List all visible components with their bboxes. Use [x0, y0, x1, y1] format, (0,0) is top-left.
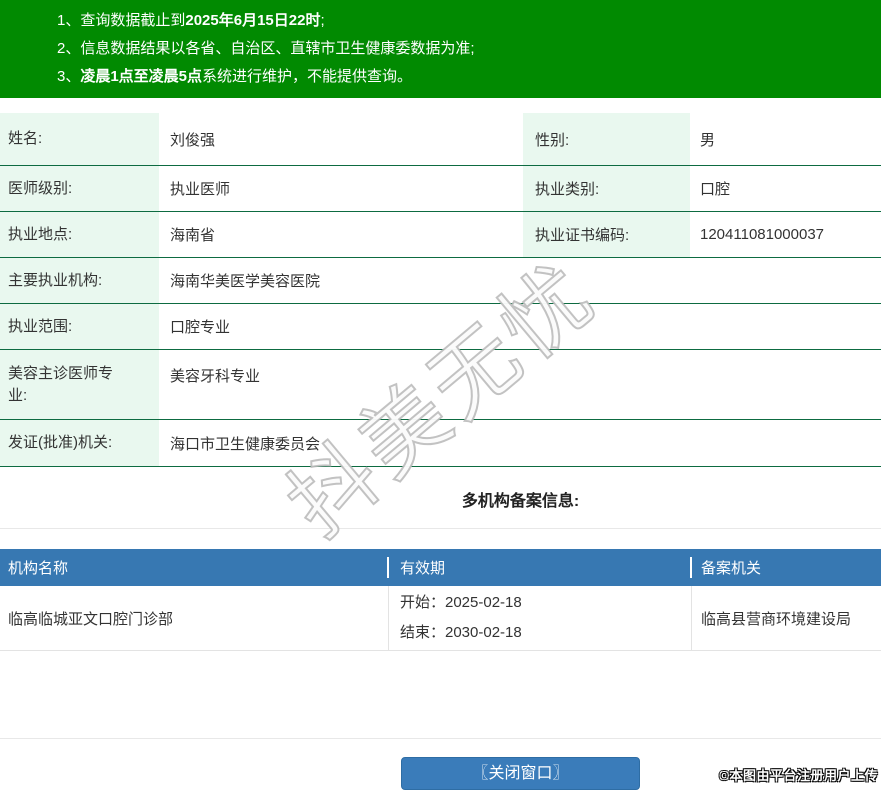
notice-line-3-number: 3、: [57, 68, 80, 85]
notice-line-2-text: 信息数据结果以各省、自治区、直辖市卫生健康委数据为准;: [80, 40, 474, 57]
notice-line-1-text: 查询数据截止到: [80, 12, 185, 29]
info-row-practice-scope: 执业范围: 口腔专业: [0, 304, 881, 350]
main-institution-value: 海南华美医学美容医院: [159, 270, 881, 291]
cosmetic-specialty-value: 美容牙科专业: [159, 350, 881, 386]
notice-banner: 1、查询数据截止到2025年6月15日22时; 2、信息数据结果以各省、自治区、…: [0, 0, 881, 98]
notice-line-1-suffix: ;: [320, 12, 324, 29]
filing-table-header: 机构名称 有效期 备案机关: [0, 549, 881, 586]
doctor-license-result-page: 1、查询数据截止到2025年6月15日22时; 2、信息数据结果以各省、自治区、…: [0, 0, 881, 790]
practice-scope-label: 执业范围:: [0, 304, 159, 349]
notice-line-3: 3、凌晨1点至凌晨5点系统进行维护，不能提供查询。: [57, 63, 881, 91]
filing-table: 机构名称 有效期 备案机关 临高临城亚文口腔门诊部 开始：2025-02-18 …: [0, 549, 881, 651]
filing-table-row: 临高临城亚文口腔门诊部 开始：2025-02-18 结束：2030-02-18 …: [0, 586, 881, 651]
close-window-button[interactable]: 〖关闭窗口〗: [401, 757, 640, 790]
certificate-number-label: 执业证书编码:: [523, 212, 690, 257]
practice-location-label: 执业地点:: [0, 212, 159, 257]
info-row-location-certificate: 执业地点: 海南省 执业证书编码: 120411081000037: [0, 212, 881, 258]
doctor-level-label: 医师级别:: [0, 166, 159, 211]
info-row-main-institution: 主要执业机构: 海南华美医学美容医院: [0, 258, 881, 304]
filing-validity-period: 开始：2025-02-18 结束：2030-02-18: [389, 586, 692, 650]
notice-line-1-number: 1、: [57, 12, 80, 29]
platform-upload-stamp: ©本图由平台注册用户上传: [719, 765, 878, 784]
name-label: 姓名:: [0, 113, 159, 165]
info-row-level-category: 医师级别: 执业医师 执业类别: 口腔: [0, 166, 881, 212]
info-row-issuing-authority: 发证(批准)机关: 海口市卫生健康委员会: [0, 420, 881, 467]
issuing-authority-label: 发证(批准)机关:: [0, 420, 159, 466]
notice-line-1-bold: 2025年6月15日22时: [185, 12, 320, 29]
section-divider: [0, 528, 881, 529]
filing-section-header: 多机构备案信息:: [160, 467, 881, 528]
practice-category-value: 口腔: [690, 178, 881, 199]
notice-line-1: 1、查询数据截止到2025年6月15日22时;: [57, 7, 881, 35]
cosmetic-specialty-label: 美容主诊医师专业:: [0, 350, 159, 419]
notice-line-2-number: 2、: [57, 40, 80, 57]
practice-location-value: 海南省: [159, 224, 523, 245]
notice-line-3-suffix: 系统进行维护，不能提供查询。: [202, 68, 412, 85]
main-institution-label: 主要执业机构:: [0, 258, 159, 303]
doctor-level-value: 执业医师: [159, 178, 523, 199]
doctor-info-table: 姓名: 刘俊强 性别: 男 医师级别: 执业医师 执业类别: 口腔 执业地点: …: [0, 113, 881, 467]
certificate-number-value: 120411081000037: [690, 226, 881, 243]
filing-header-validity: 有效期: [389, 557, 692, 578]
filing-org-name: 临高临城亚文口腔门诊部: [0, 586, 389, 650]
issuing-authority-value: 海口市卫生健康委员会: [159, 433, 881, 454]
gender-label: 性别:: [523, 113, 690, 165]
filing-header-org: 机构名称: [0, 557, 389, 578]
filing-header-authority: 备案机关: [692, 557, 881, 578]
info-row-cosmetic-specialty: 美容主诊医师专业: 美容牙科专业: [0, 350, 881, 420]
notice-line-2: 2、信息数据结果以各省、自治区、直辖市卫生健康委数据为准;: [57, 35, 881, 63]
filing-start-date: 开始：2025-02-18: [400, 588, 691, 618]
practice-category-label: 执业类别:: [523, 166, 690, 211]
filing-section-title: 多机构备案信息:: [462, 493, 579, 510]
name-value: 刘俊强: [159, 129, 523, 150]
practice-scope-value: 口腔专业: [159, 316, 881, 337]
filing-authority-name: 临高县营商环境建设局: [692, 586, 881, 650]
info-row-name-gender: 姓名: 刘俊强 性别: 男: [0, 113, 881, 166]
filing-end-date: 结束：2030-02-18: [400, 618, 691, 648]
notice-line-3-bold: 凌晨1点至凌晨5点: [80, 68, 202, 85]
gender-value: 男: [690, 129, 881, 150]
